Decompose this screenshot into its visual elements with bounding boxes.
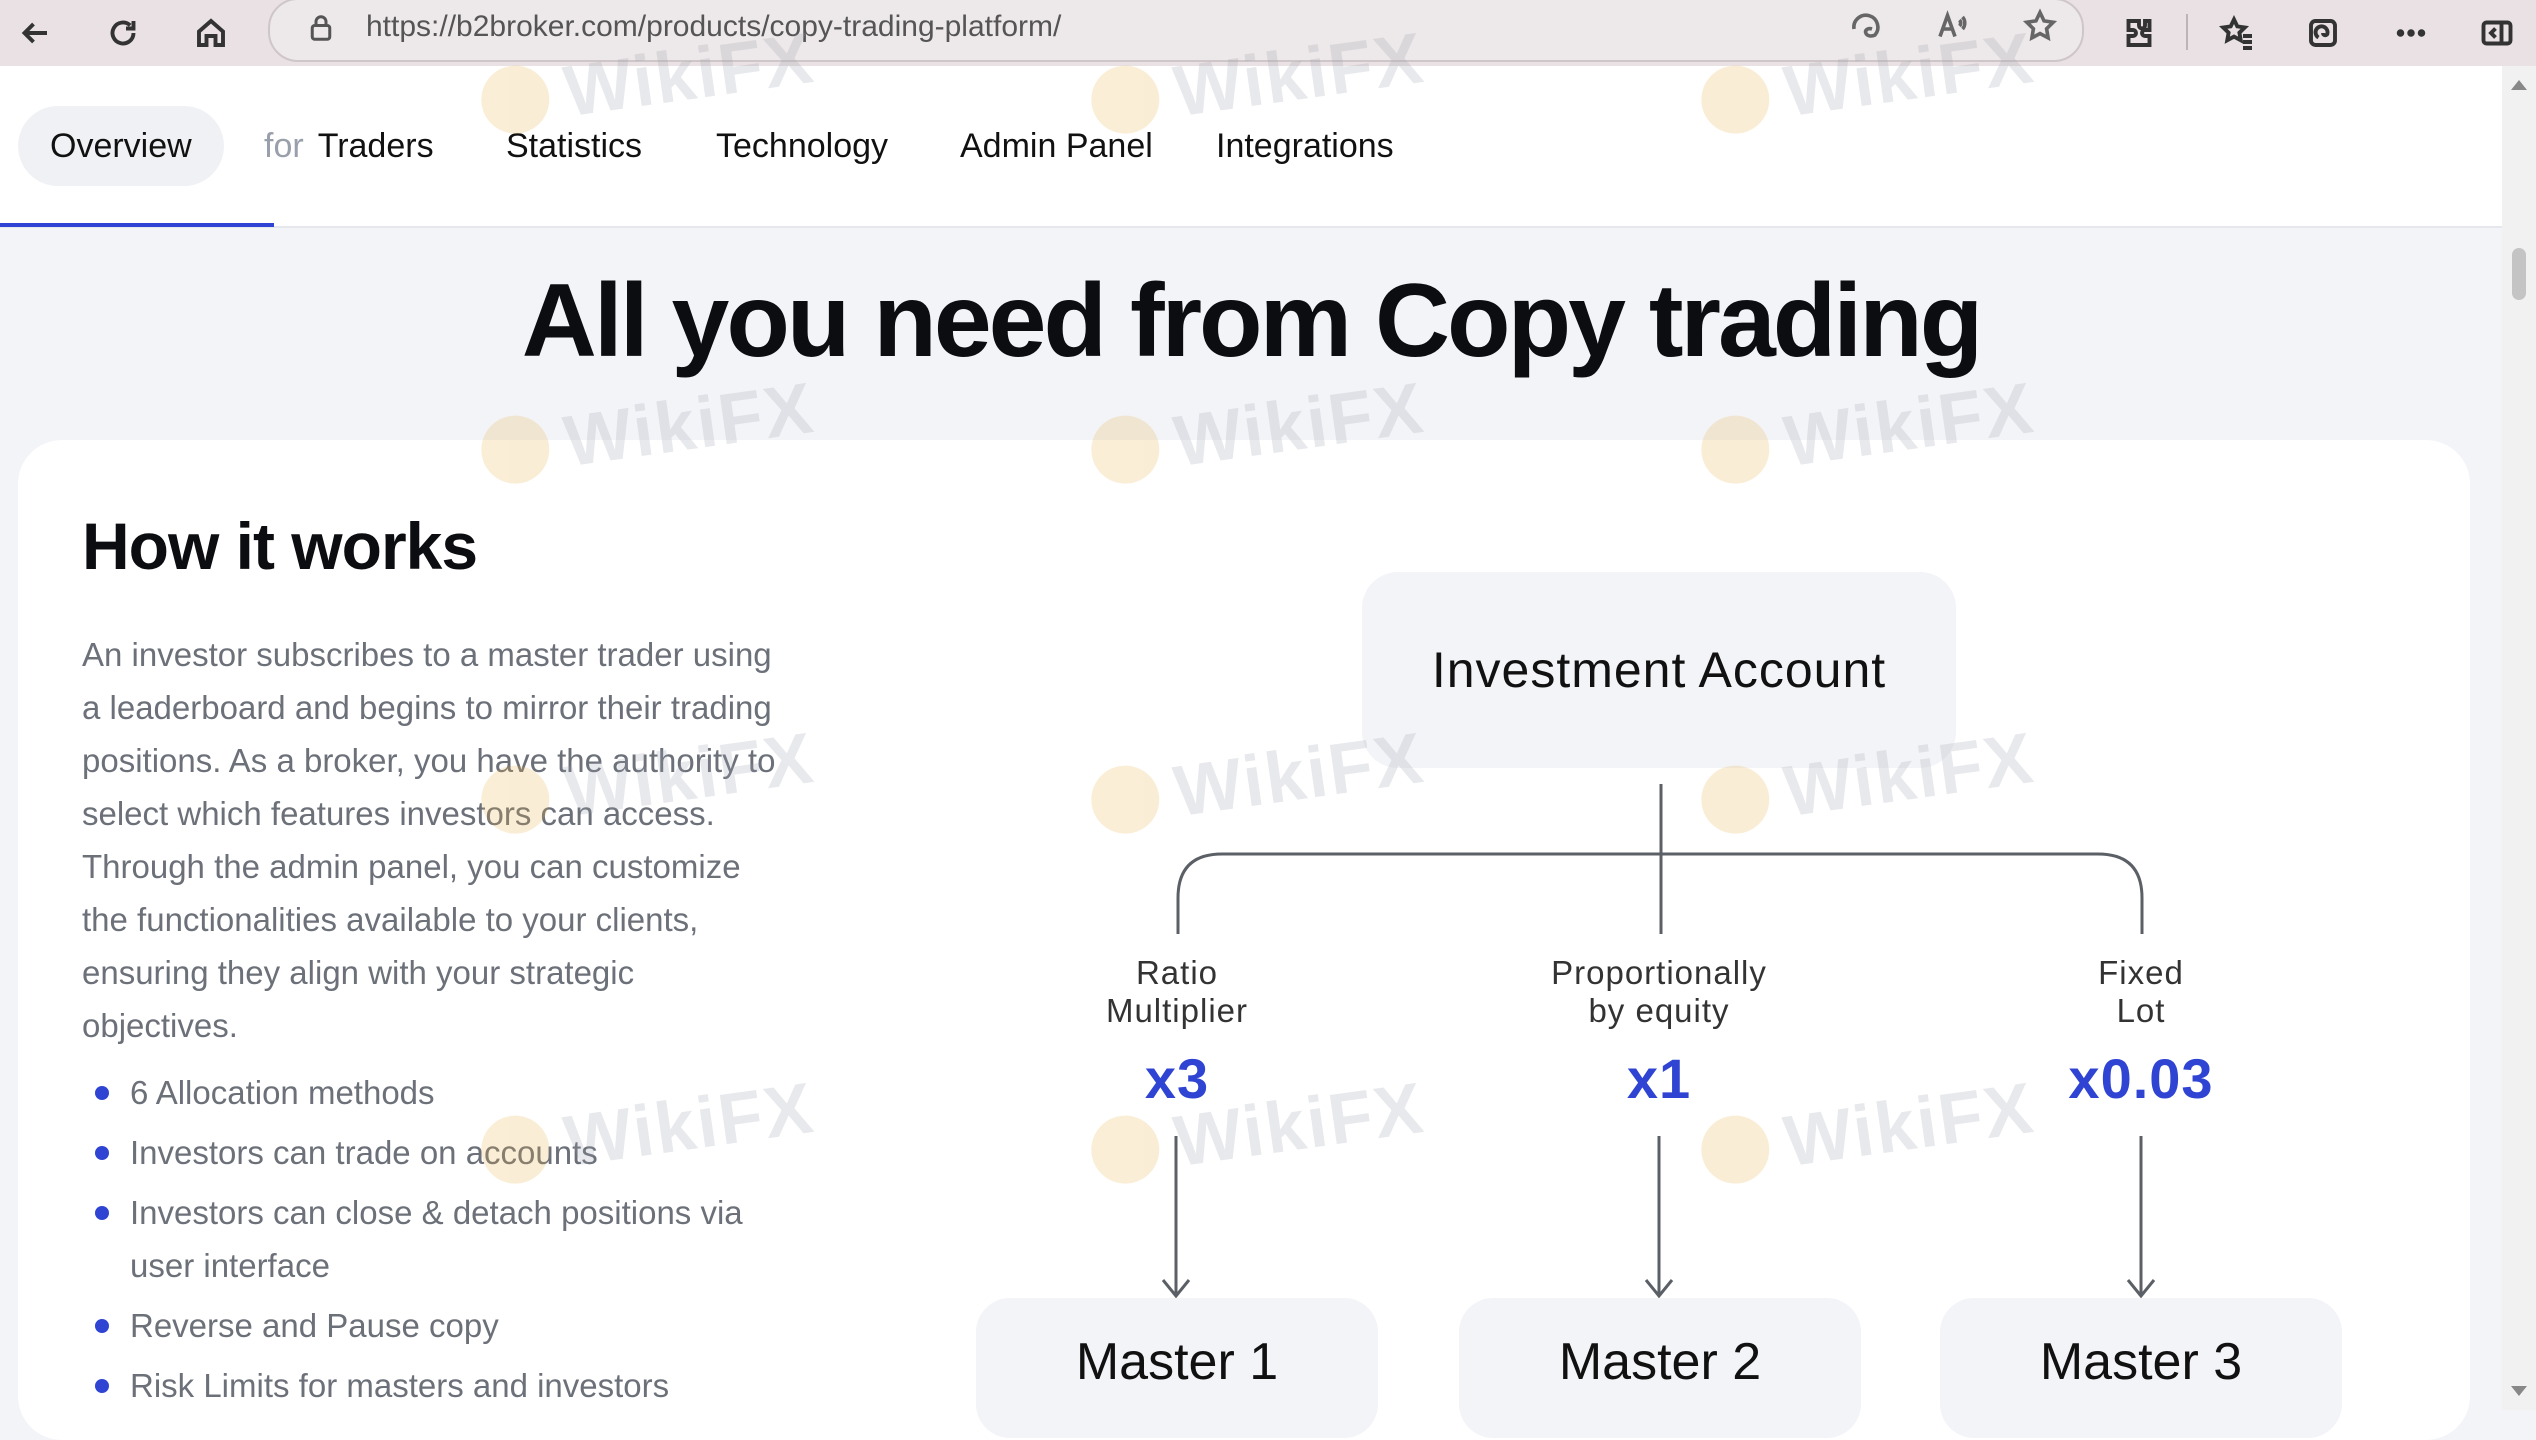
branch-label-line: Proportionally <box>1551 954 1767 991</box>
branch-value-ratio: x3 <box>1144 1047 1210 1110</box>
branch-label-line: Multiplier <box>1105 992 1249 1029</box>
investment-account-node: Investment Account <box>1362 572 1956 768</box>
branch-value-fixed-lot: x0.03 <box>2068 1047 2214 1110</box>
branch-label-line: Fixed <box>2098 954 2184 991</box>
allocation-diagram <box>1161 784 2156 1299</box>
master-node-1: Master 1 <box>976 1298 1378 1438</box>
master-node-2: Master 2 <box>1459 1298 1861 1438</box>
branch-label-line: by equity <box>1588 992 1730 1029</box>
master-node-3: Master 3 <box>1940 1298 2342 1438</box>
branch-label-line: Lot <box>2116 992 2166 1029</box>
branch-value-equity: x1 <box>1626 1047 1692 1110</box>
branch-label-fixed-lot: Fixed Lot <box>1991 954 2291 1030</box>
branch-label-equity: Proportionally by equity <box>1509 954 1809 1030</box>
branch-label-ratio: Ratio Multiplier <box>1027 954 1327 1030</box>
branch-label-line: Ratio <box>1135 954 1219 991</box>
